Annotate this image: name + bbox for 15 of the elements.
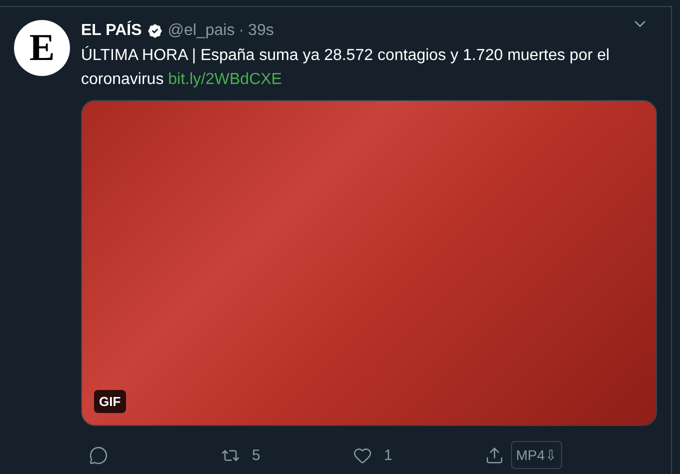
tweet-text: ÚLTIMA HORA | España suma ya 28.572 contagios y 1.720 muertes por el coronavirus bit.ly/2WBdCXE [81, 45, 611, 90]
heart-icon [353, 446, 372, 464]
gif-frame[interactable]: GIF [81, 100, 657, 426]
retweet-button[interactable]: 5 [213, 446, 345, 464]
speech-bubble-icon [89, 446, 108, 464]
gif-badge: GIF [94, 390, 126, 413]
timestamp[interactable]: 39s [248, 22, 274, 40]
share-icon [485, 446, 504, 464]
download-button[interactable]: MP4⇩ [511, 441, 562, 469]
author-name[interactable]: EL PAÍS [81, 22, 142, 40]
handle[interactable]: @el_pais [168, 22, 235, 40]
avatar[interactable]: E [14, 20, 70, 76]
tweet-link[interactable]: bit.ly/2WBdCXE [168, 71, 282, 88]
separator: · [238, 22, 244, 40]
like-button[interactable]: 1 [345, 446, 477, 464]
